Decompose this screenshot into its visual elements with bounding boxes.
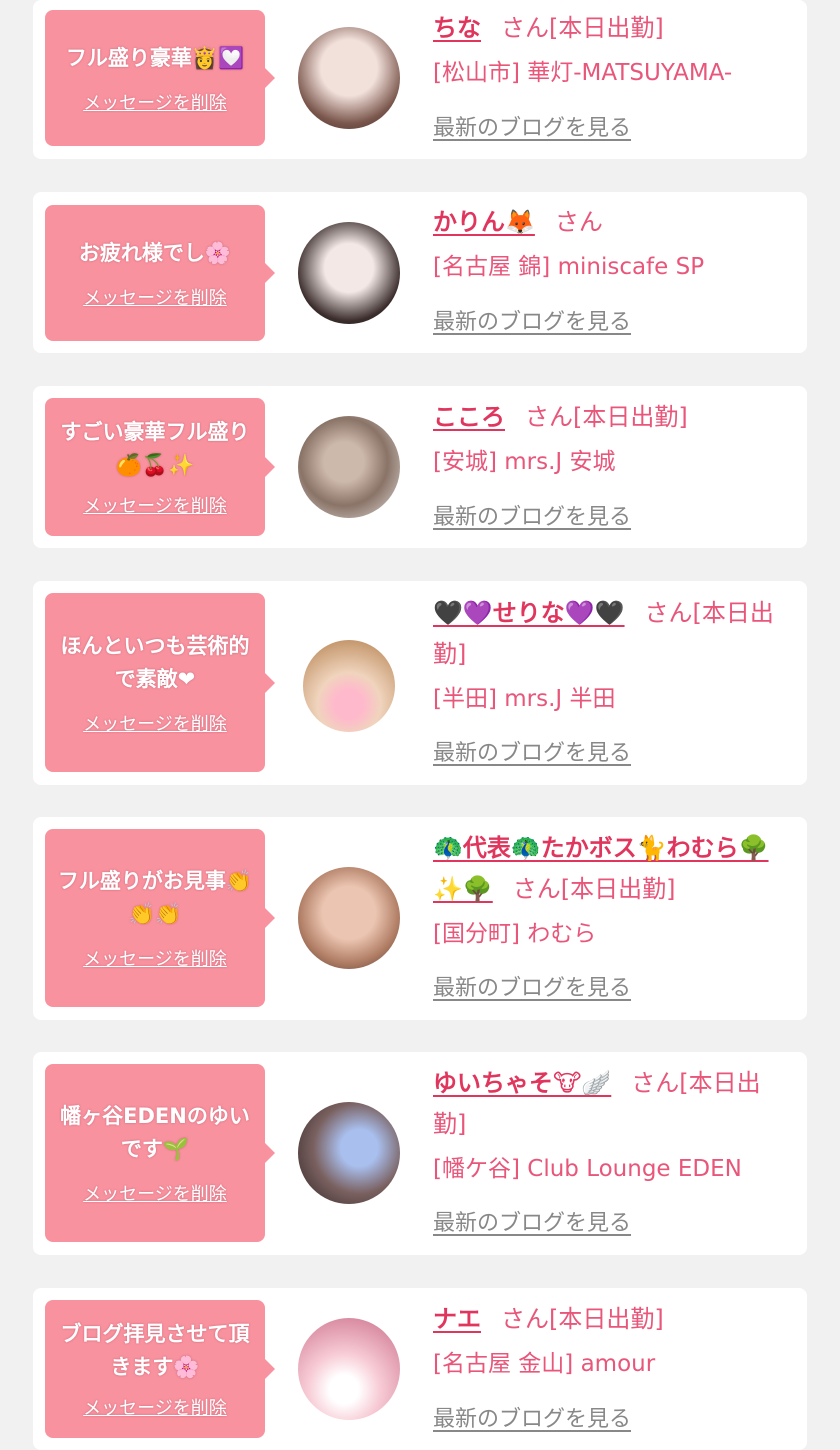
message-bubble: フル盛りがお見事👏👏👏 メッセージを削除 [45,829,275,1007]
message-text: すごい豪華フル盛り🍊🍒✨ [60,420,250,477]
shop-name: [半田] mrs.J 半田 [433,686,616,712]
delete-message-link[interactable]: メッセージを削除 [83,945,227,971]
cast-name-link[interactable]: ゆいちゃそ🐮🪽 [433,1069,611,1097]
avatar[interactable] [298,867,400,969]
latest-blog-link[interactable]: 最新のブログを見る [433,968,631,1009]
shop-name: [名古屋 錦] miniscafe SP [433,254,705,280]
cast-name-link[interactable]: ナエ [433,1305,481,1333]
avatar[interactable] [298,27,400,129]
latest-blog-link[interactable]: 最新のブログを見る [433,302,631,343]
delete-message-link[interactable]: メッセージを削除 [83,1394,227,1420]
avatar[interactable] [298,416,400,518]
avatar[interactable] [303,640,395,732]
message-bubble: 幡ヶ谷EDENのゆいです🌱 メッセージを削除 [45,1064,275,1242]
delete-message-link[interactable]: メッセージを削除 [83,284,227,310]
message-card: フル盛り豪華👸💟 メッセージを削除 ちな さん[本日出勤] [松山市] 華灯-MA… [33,0,807,159]
avatar[interactable] [298,1318,400,1420]
cast-info: かりん🦊 さん [名古屋 錦] miniscafe SP 最新のブログを見る [433,202,793,347]
delete-message-link[interactable]: メッセージを削除 [83,89,227,115]
latest-blog-link[interactable]: 最新のブログを見る [433,497,631,538]
cast-status: さん[本日出勤] [501,1305,664,1333]
shop-name: [国分町] わむら [433,921,597,947]
cast-name-link[interactable]: こころ [433,403,505,431]
delete-message-link[interactable]: メッセージを削除 [83,710,227,736]
message-card: すごい豪華フル盛り🍊🍒✨ メッセージを削除 こころ さん[本日出勤] [安城] m… [33,386,807,548]
cast-status: さん[本日出勤] [512,875,676,903]
message-text: ブログ拝見させて頂きます🌸 [60,1322,250,1379]
message-bubble: ブログ拝見させて頂きます🌸 メッセージを削除 [45,1300,275,1438]
message-bubble: すごい豪華フル盛り🍊🍒✨ メッセージを削除 [45,398,275,536]
cast-name-link[interactable]: ちな [433,14,481,42]
latest-blog-link[interactable]: 最新のブログを見る [433,733,631,774]
shop-name: [名古屋 金山] amour [433,1351,656,1377]
message-bubble: お疲れ様でし🌸 メッセージを削除 [45,205,275,341]
message-card: ほんといつも芸術的で素敵❤ メッセージを削除 🖤💜せりな💜🖤 さん[本日出勤] [… [33,581,807,785]
cast-status: さん[本日出勤] [501,14,664,42]
shop-name: [松山市] 華灯-MATSUYAMA- [433,60,733,86]
message-card: フル盛りがお見事👏👏👏 メッセージを削除 🦚代表🦚たかボス🐈わむら🌳✨🌳 さん[本… [33,817,807,1020]
delete-message-link[interactable]: メッセージを削除 [83,1180,227,1206]
cast-info: ゆいちゃそ🐮🪽 さん[本日出勤] [幡ケ谷] Club Lounge EDEN 最… [433,1063,793,1248]
shop-name: [幡ケ谷] Club Lounge EDEN [433,1156,742,1182]
avatar[interactable] [298,222,400,324]
latest-blog-link[interactable]: 最新のブログを見る [433,1203,631,1244]
cast-info: ナエ さん[本日出勤] [名古屋 金山] amour 最新のブログを見る [433,1299,793,1444]
shop-name: [安城] mrs.J 安城 [433,449,616,475]
cast-status: さん [554,208,603,236]
message-text: お疲れ様でし🌸 [78,240,232,265]
cast-info: 🖤💜せりな💜🖤 さん[本日出勤] [半田] mrs.J 半田 最新のブログを見る [433,593,793,778]
cast-name-link[interactable]: 🖤💜せりな💜🖤 [433,599,625,627]
delete-message-link[interactable]: メッセージを削除 [83,492,227,518]
cast-info: 🦚代表🦚たかボス🐈わむら🌳✨🌳 さん[本日出勤] [国分町] わむら 最新のブログ… [433,828,793,1013]
latest-blog-link[interactable]: 最新のブログを見る [433,1399,631,1440]
message-card: 幡ヶ谷EDENのゆいです🌱 メッセージを削除 ゆいちゃそ🐮🪽 さん[本日出勤] [… [33,1052,807,1255]
message-card: ブログ拝見させて頂きます🌸 メッセージを削除 ナエ さん[本日出勤] [名古屋 金… [33,1288,807,1450]
avatar[interactable] [298,1102,400,1204]
cast-info: こころ さん[本日出勤] [安城] mrs.J 安城 最新のブログを見る [433,397,793,542]
cast-status: さん[本日出勤] [525,403,688,431]
message-text: フル盛り豪華👸💟 [65,45,245,70]
message-text: ほんといつも芸術的で素敵❤ [60,633,250,691]
message-text: 幡ヶ谷EDENのゆいです🌱 [60,1104,250,1161]
cast-info: ちな さん[本日出勤] [松山市] 華灯-MATSUYAMA- 最新のブログを見る [433,8,793,153]
cast-name-link[interactable]: かりん🦊 [433,208,535,236]
message-bubble: ほんといつも芸術的で素敵❤ メッセージを削除 [45,593,275,772]
message-bubble: フル盛り豪華👸💟 メッセージを削除 [45,10,275,146]
message-text: フル盛りがお見事👏👏👏 [57,869,253,926]
message-card: お疲れ様でし🌸 メッセージを削除 かりん🦊 さん [名古屋 錦] miniscaf… [33,192,807,353]
latest-blog-link[interactable]: 最新のブログを見る [433,108,631,149]
